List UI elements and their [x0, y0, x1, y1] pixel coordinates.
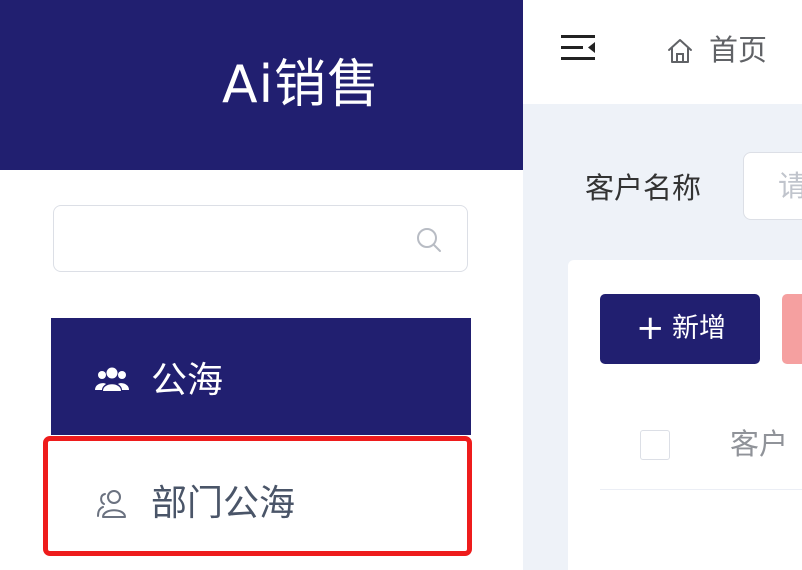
table-header: 客户 [600, 390, 802, 490]
users-group-icon [95, 367, 129, 391]
filter-row: 客户名称 请 [523, 140, 802, 230]
sidebar-item-label: 部门公海 [151, 483, 296, 524]
logo-bar: Ai销售 [0, 0, 523, 170]
sidebar-item-label: 公海 [151, 360, 224, 401]
search-icon[interactable] [415, 226, 443, 254]
customer-name-input[interactable]: 请 [743, 152, 802, 220]
customer-name-placeholder: 请 [778, 167, 802, 205]
user-outline-icon [97, 490, 126, 518]
sidebar-item-department-sea[interactable]: 部门公海 [51, 437, 471, 554]
delete-button[interactable] [782, 294, 802, 364]
sidebar-search-input[interactable] [53, 205, 468, 272]
customer-name-label: 客户名称 [585, 171, 702, 205]
select-all-checkbox[interactable] [640, 430, 670, 460]
home-icon [668, 39, 692, 63]
breadcrumb-home[interactable]: 首页 [709, 30, 767, 70]
sidebar: Ai销售 公海 部门公海 [0, 0, 523, 570]
column-header-customer: 客户 [730, 427, 789, 461]
menu-fold-icon[interactable] [561, 32, 597, 64]
app-window: Ai销售 公海 部门公海 首页 客户名称 + 新增 客户 [0, 0, 802, 570]
topbar: 首页 [523, 0, 802, 104]
plus-icon: + [636, 308, 665, 348]
add-button[interactable]: + 新增 [600, 294, 760, 364]
app-logo: Ai销售 [222, 55, 381, 115]
main-content: 首页 客户名称 请 + 新增 客户 [523, 0, 802, 570]
add-button-label: 新增 [672, 313, 726, 344]
sidebar-item-public-sea[interactable]: 公海 [51, 318, 471, 435]
table-card: + 新增 客户 [568, 260, 802, 570]
